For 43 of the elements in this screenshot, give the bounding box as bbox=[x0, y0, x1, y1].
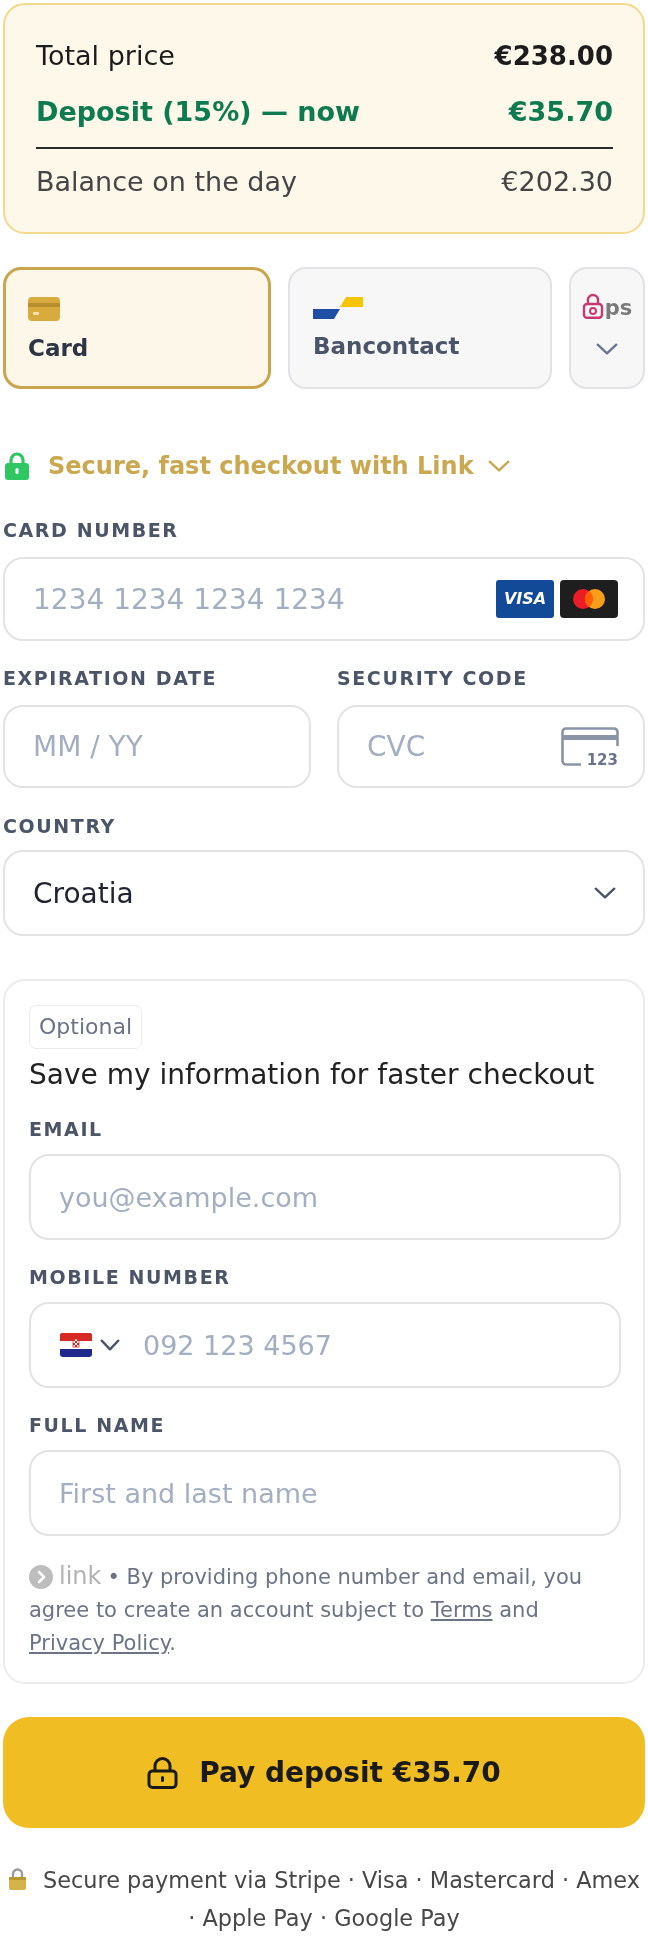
chevron-circle-icon bbox=[29, 1565, 53, 1589]
payment-method-tab[interactable]: Bancontact bbox=[288, 267, 552, 389]
field-label: MOBILE NUMBER bbox=[29, 1266, 231, 1288]
country-code-button[interactable] bbox=[60, 1333, 120, 1357]
name-field[interactable]: First and last name bbox=[29, 1450, 621, 1536]
email-field[interactable]: you@example.com bbox=[29, 1154, 621, 1240]
balance-amount: €202.30 bbox=[501, 165, 613, 199]
payment-method-tab[interactable]: Card bbox=[3, 267, 271, 389]
field-label: CARD NUMBER bbox=[3, 519, 179, 541]
save-info-title: Save my information for faster checkout bbox=[29, 1058, 595, 1092]
padlock-icon bbox=[8, 1867, 27, 1891]
pay-button[interactable]: Pay deposit €35.70 bbox=[3, 1717, 645, 1828]
total-price-amount: €238.00 bbox=[494, 40, 613, 73]
chevron-down-icon bbox=[100, 1339, 120, 1351]
flag-icon bbox=[60, 1333, 92, 1357]
legal-link[interactable]: Terms bbox=[430, 1598, 493, 1622]
deposit-label: Deposit (15%) — now bbox=[36, 95, 361, 129]
more-methods-tab[interactable]: ps bbox=[569, 267, 645, 389]
legal-link[interactable]: Privacy Policy bbox=[29, 1631, 170, 1655]
footer-text: Secure payment via Stripe · Visa · Mastercard · Amex · Apple Pay · Google Pay bbox=[43, 1867, 640, 1931]
two-circles-icon bbox=[560, 580, 618, 618]
visa-logo: VISA bbox=[496, 580, 554, 618]
country-select[interactable]: Croatia bbox=[3, 850, 645, 936]
field-label: EMAIL bbox=[29, 1118, 103, 1140]
chevron-down-icon bbox=[487, 460, 510, 472]
optional-tag: Optional bbox=[29, 1005, 143, 1049]
phone-field[interactable]: 092 123 4567 bbox=[29, 1302, 621, 1388]
padlock-icon bbox=[581, 293, 604, 319]
field-label: COUNTRY bbox=[3, 815, 116, 837]
total-price-label: Total price bbox=[36, 39, 175, 73]
deposit-amount: €35.70 bbox=[508, 95, 613, 129]
legal-text: link • By providing phone number and email, you agree to create an account subject to Terms and Privacy Policy. bbox=[29, 1561, 584, 1657]
card-icon bbox=[28, 297, 60, 321]
expiration-field[interactable]: MM / YY bbox=[3, 705, 311, 788]
balance-label: Balance on the day bbox=[36, 165, 298, 199]
chevron-down-icon bbox=[596, 343, 618, 355]
slanted-bars-icon bbox=[313, 297, 363, 319]
field-label: SECURITY CODE bbox=[337, 667, 528, 689]
field-label: FULL NAME bbox=[29, 1414, 166, 1436]
lock-icon bbox=[147, 1756, 179, 1789]
field-label: EXPIRATION DATE bbox=[3, 667, 218, 689]
chevron-down-icon bbox=[594, 887, 616, 899]
lock-icon bbox=[4, 452, 30, 480]
